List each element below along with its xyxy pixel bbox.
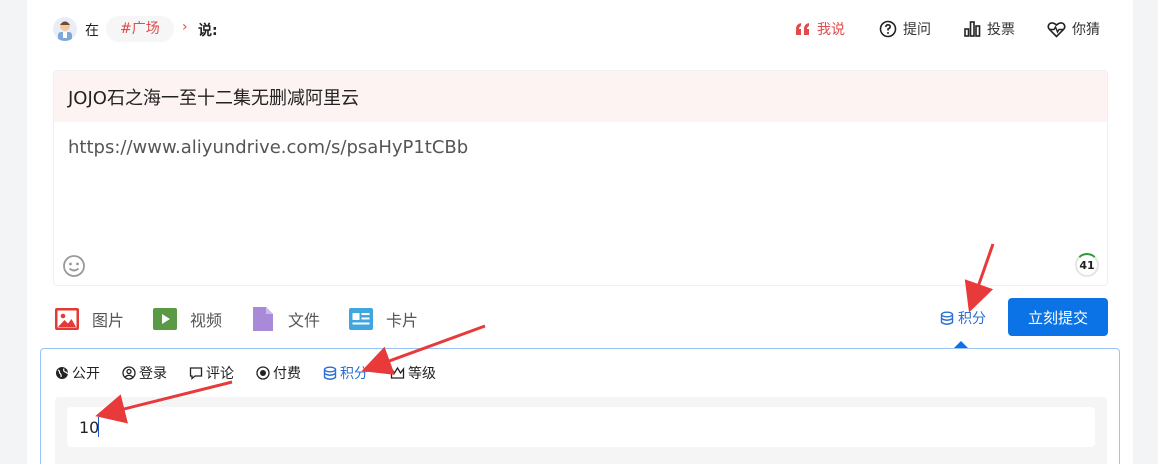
perm-label: 积分 <box>340 366 368 382</box>
char-counter: 41 <box>1075 253 1099 277</box>
topic-selector[interactable]: #广场 <box>106 16 174 42</box>
suffix-label: 说: <box>198 23 218 39</box>
image-tool[interactable]: 图片 <box>54 306 124 332</box>
points-toggle[interactable]: 积分 <box>940 308 986 328</box>
database-icon <box>940 311 954 325</box>
database-icon <box>323 366 337 380</box>
perm-level[interactable]: 等级 <box>390 363 436 383</box>
user-circle-icon <box>122 366 136 380</box>
crown-icon <box>390 366 405 379</box>
submit-button[interactable]: 立刻提交 <box>1008 298 1108 336</box>
perm-login[interactable]: 登录 <box>122 363 167 383</box>
mode-tab-label: 我说 <box>817 22 845 38</box>
post-editor: JOJO石之海一至十二集无删减阿里云 https://www.aliyundri… <box>53 70 1108 286</box>
coin-icon <box>256 366 270 380</box>
file-icon <box>253 307 273 331</box>
perm-comment[interactable]: 评论 <box>189 363 234 383</box>
tool-label: 文件 <box>288 311 321 330</box>
image-icon <box>55 308 79 330</box>
prefix-label: 在 <box>85 23 99 39</box>
mode-tab-label: 提问 <box>903 22 931 38</box>
card-tool[interactable]: 卡片 <box>348 306 418 332</box>
video-tool[interactable]: 视频 <box>152 306 222 332</box>
perm-label: 公开 <box>72 366 100 382</box>
body-textarea[interactable]: https://www.aliyundrive.com/s/psaHyP1tCB… <box>68 137 468 158</box>
mode-tab-vote[interactable]: 投票 <box>963 18 1015 40</box>
perm-public[interactable]: 公开 <box>55 363 100 383</box>
mode-tab-label: 投票 <box>987 22 1015 38</box>
tool-label: 卡片 <box>386 311 419 330</box>
points-input-wrapper <box>55 397 1107 464</box>
globe-icon <box>56 367 69 379</box>
comment-icon <box>189 367 203 380</box>
avatar[interactable] <box>53 17 77 41</box>
quote-icon <box>796 23 809 35</box>
perm-label: 付费 <box>273 366 301 382</box>
mode-tab-ask[interactable]: 提问 <box>879 18 931 40</box>
points-amount-input[interactable] <box>67 407 1095 447</box>
bar-chart-icon <box>964 21 981 37</box>
chevron-right-icon: › <box>182 19 188 35</box>
text-cursor <box>98 417 99 437</box>
permission-panel: 公开 登录 评论 付费 积分 等级 10 <box>40 348 1120 464</box>
perm-label: 登录 <box>139 366 167 382</box>
tool-label: 图片 <box>92 311 125 330</box>
mode-tab-guess[interactable]: 你猜 <box>1047 18 1100 40</box>
mode-tab-label: 你猜 <box>1072 22 1100 38</box>
card-icon <box>349 308 373 330</box>
perm-label: 评论 <box>206 366 234 382</box>
mode-tab-say[interactable]: 我说 <box>795 18 845 40</box>
question-circle-icon <box>879 20 897 38</box>
emoji-icon[interactable] <box>62 254 86 278</box>
points-toggle-label: 积分 <box>958 311 986 327</box>
file-tool[interactable]: 文件 <box>250 306 320 332</box>
heart-pulse-icon <box>1047 21 1066 38</box>
perm-label: 等级 <box>408 366 436 382</box>
video-icon <box>153 308 177 330</box>
title-input[interactable]: JOJO石之海一至十二集无删减阿里云 <box>54 71 1107 122</box>
perm-points[interactable]: 积分 <box>323 363 368 383</box>
tool-label: 视频 <box>190 311 223 330</box>
perm-paid[interactable]: 付费 <box>256 363 301 383</box>
permission-tabs: 公开 登录 评论 付费 积分 等级 <box>55 363 436 383</box>
